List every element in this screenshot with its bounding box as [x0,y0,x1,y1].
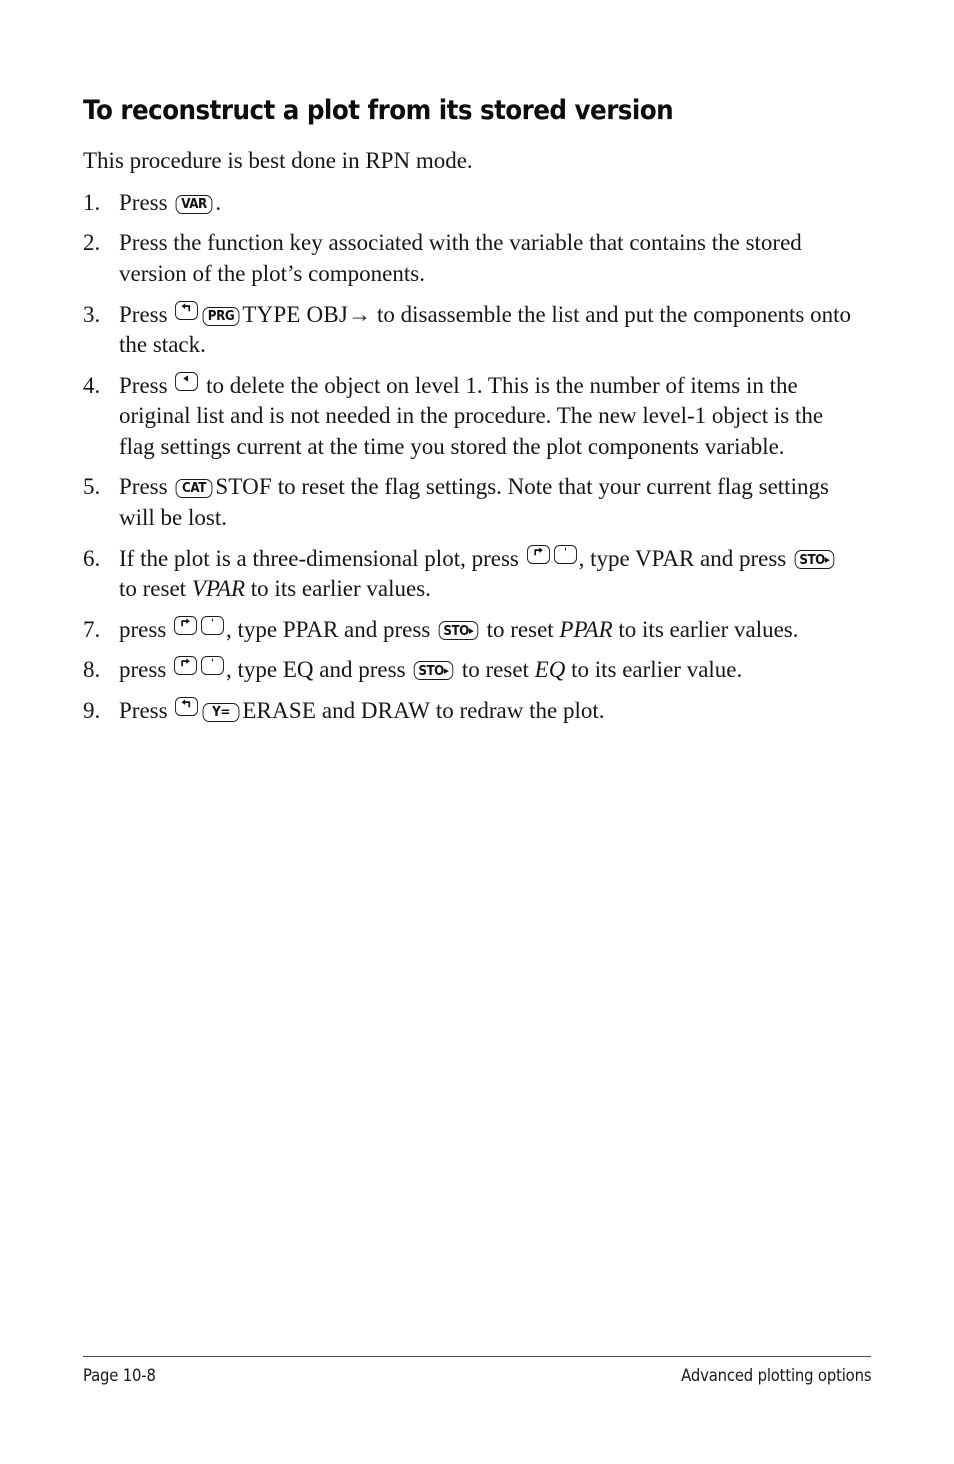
step-text: Press [119,372,174,398]
step-text: to reset [480,616,560,642]
step-text: press [119,616,173,642]
page-number-label: Page 10-8 [83,1366,156,1385]
step-number: 4. [83,372,101,398]
command-stof: STOF [215,474,272,500]
calculator-key-y-equals[interactable]: Y= [202,702,240,722]
step-body: Press VAR. [119,188,853,219]
step-text: to redraw the plot. [430,697,605,723]
step-number: 5. [83,474,101,500]
document-page: To reconstruct a plot from its stored ve… [0,0,954,1464]
footer-divider [83,1356,871,1357]
step-body: Press Y= ERASE and DRAW to redraw the plo… [119,696,853,727]
step-number: 6. [83,545,101,571]
left-shift-key-icon[interactable] [175,300,199,320]
right-shift-key-icon[interactable] [174,656,198,676]
step-text: to its earlier values. [245,576,431,602]
calculator-key-var[interactable]: VAR [175,194,213,214]
intro-paragraph: This procedure is best done in RPN mode. [83,148,473,174]
step-body: Press to delete the object on level 1. T… [119,371,853,463]
key-label-arrow: ▸ [444,664,449,678]
tick-quote-key-icon[interactable] [201,615,225,635]
step-body: press , type PPAR and press STO▸ to rese… [119,615,853,646]
list-item: 8. press , type EQ and press STO▸ to res… [83,655,853,686]
step-number: 3. [83,301,101,327]
variable-vpar: VPAR [191,576,246,602]
step-text: . [215,189,222,215]
calculator-key-sto[interactable]: STO▸ [794,549,835,569]
list-item: 9. Press Y= ERASE and DRAW to redraw the … [83,696,853,727]
calculator-key-sto[interactable]: STO▸ [413,661,454,681]
key-label: VAR [181,196,208,212]
left-shift-key-icon[interactable] [175,696,199,716]
list-item: 1. Press VAR. [83,188,853,219]
step-text: to delete the object on level 1. This is… [119,372,824,459]
key-label: Y= [212,704,231,720]
step-body: Press PRG TYPE OBJ→ to disassemble the li… [119,300,853,361]
list-item: 4. Press to delete the object on level 1… [83,371,853,463]
step-number: 7. [83,616,101,642]
key-label: PRG [208,308,235,324]
command-erase: ERASE [242,697,317,723]
footer-row: Page 10-8 Advanced plotting options [83,1366,871,1385]
step-number: 2. [83,230,101,256]
list-item: 6. If the plot is a three-dimensional pl… [83,544,853,605]
command-draw: DRAW [360,697,431,723]
page-footer: Page 10-8 Advanced plotting options [83,1356,871,1385]
step-text: Press [119,474,174,500]
step-text: If the plot is a three-dimensional plot,… [119,545,525,571]
step-text: to its earlier value. [565,657,743,683]
step-body: Press CAT STOF to reset the flag settings… [119,472,853,533]
step-number: 9. [83,697,101,723]
backspace-delete-key-icon[interactable] [175,371,199,391]
step-text: , type PPAR and press [226,616,437,642]
right-shift-key-icon[interactable] [526,544,550,564]
step-number: 1. [83,189,101,215]
step-text: , type VPAR and press [578,545,793,571]
step-text: to reset [456,657,535,683]
key-label-arrow: ▸ [468,623,474,637]
step-text: and [316,697,361,723]
calculator-key-prg[interactable]: PRG [202,306,240,326]
tick-quote-key-icon[interactable] [201,656,225,676]
right-shift-key-icon[interactable] [174,615,198,635]
step-text: Press [119,697,174,723]
step-text: press [119,657,173,683]
step-body: Press the function key associated with t… [119,230,802,286]
list-item: 2. Press the function key associated wit… [83,228,853,289]
key-label: STO [799,552,825,568]
step-text: , type EQ and press [226,657,412,683]
step-text: Press [119,189,174,215]
key-label: STO [443,623,469,639]
step-text: Press [119,301,174,327]
key-label: CAT [182,481,207,497]
page-content: To reconstruct a plot from its stored ve… [83,95,853,737]
step-text: to its earlier values. [612,616,799,642]
calculator-key-sto[interactable]: STO▸ [438,620,479,640]
command-type-obj: TYPE OBJ→ [242,301,372,327]
tick-quote-key-icon[interactable] [553,544,577,564]
key-label: STO [418,664,445,680]
section-title-label: Advanced plotting options [680,1366,871,1385]
page-title: To reconstruct a plot from its stored ve… [83,95,674,126]
list-item: 5. Press CAT STOF to reset the flag setti… [83,472,853,533]
variable-eq: EQ [534,657,566,683]
procedure-step-list: 1. Press VAR. 2. Press the function key … [83,188,853,727]
variable-ppar: PPAR [559,616,613,642]
step-text: to reset [119,576,192,602]
list-item: 3. Press PRG TYPE OBJ→ to disassemble the… [83,300,853,361]
key-label-arrow: ▸ [824,552,830,566]
calculator-key-cat[interactable]: CAT [175,479,213,499]
list-item: 7. press , type PPAR and press STO▸ to r… [83,615,853,646]
step-body: If the plot is a three-dimensional plot,… [119,544,853,605]
step-number: 8. [83,657,101,683]
step-body: press , type EQ and press STO▸ to reset … [119,655,853,686]
